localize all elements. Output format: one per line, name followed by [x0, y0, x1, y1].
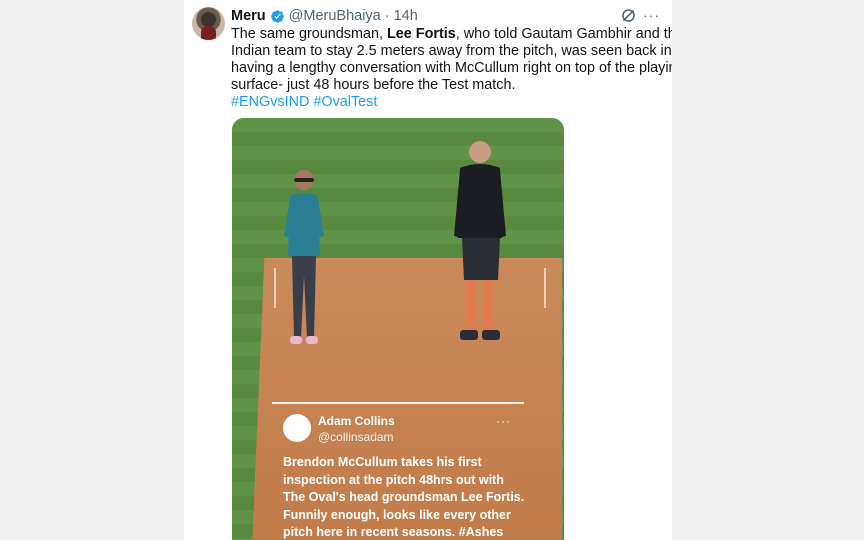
author-name[interactable]: Meru	[231, 8, 266, 24]
person-figure	[454, 141, 506, 340]
crease-line	[544, 268, 546, 308]
hashtags-line: #ENGvsIND #OvalTest	[231, 94, 661, 111]
quoted-text-line: The Oval's head groundsman Lee Fortis.	[283, 490, 525, 504]
quoted-text-line: pitch here in recent seasons. #Ashes	[283, 525, 504, 539]
quoted-tweet-overlay: Adam Collins @collinsadam ··· Brendon Mc…	[272, 402, 524, 540]
verified-badge-icon	[270, 9, 284, 23]
quoted-text-line: Funnily enough, looks like every other	[283, 507, 511, 522]
crease-line	[274, 268, 276, 308]
tweet-text-line: having a lengthy conversation with McCul…	[231, 60, 672, 76]
tweet-text-line: The same groundsman, Lee Fortis, who tol…	[231, 26, 672, 43]
tweet-text-line: surface- just 48 hours before the Test m…	[231, 77, 516, 93]
hashtag-link[interactable]: #OvalTest	[313, 94, 377, 110]
text-segment: The same groundsman,	[231, 26, 387, 42]
more-icon[interactable]: ···	[643, 6, 661, 24]
author-handle[interactable]: @MeruBhaiya	[289, 8, 381, 24]
separator-dot: ·	[384, 8, 390, 24]
quoted-text-line: Brendon McCullum takes his first	[283, 455, 482, 469]
quoted-author-avatar	[283, 414, 311, 442]
text-segment: , who told Gautam Gambhir and the	[455, 26, 672, 42]
quoted-tweet-text: Brendon McCullum takes his first inspect…	[283, 454, 525, 540]
timestamp[interactable]: 14h	[394, 8, 418, 24]
person-figure	[284, 170, 324, 344]
tweet-text: The same groundsman, Lee Fortis, who tol…	[231, 26, 672, 111]
tweet-text-line: Indian team to stay 2.5 meters away from…	[231, 43, 672, 59]
hashtag-link[interactable]: #ENGvsIND	[231, 94, 309, 110]
quoted-more-icon: ···	[496, 414, 511, 428]
quoted-author-name: Adam Collins	[318, 414, 395, 428]
author-avatar[interactable]	[192, 7, 225, 40]
bold-mention: Lee Fortis	[386, 26, 456, 42]
grok-icon[interactable]	[620, 7, 637, 24]
tweet-media-image[interactable]: Adam Collins @collinsadam ··· Brendon Mc…	[232, 118, 564, 540]
quoted-text-line: inspection at the pitch 48hrs out with	[283, 472, 504, 487]
quoted-author-handle: @collinsadam	[318, 430, 394, 444]
tweet-header: Meru @MeruBhaiya · 14h	[231, 7, 418, 25]
tweet-card[interactable]: Meru @MeruBhaiya · 14h ··· The same grou…	[184, 0, 672, 540]
